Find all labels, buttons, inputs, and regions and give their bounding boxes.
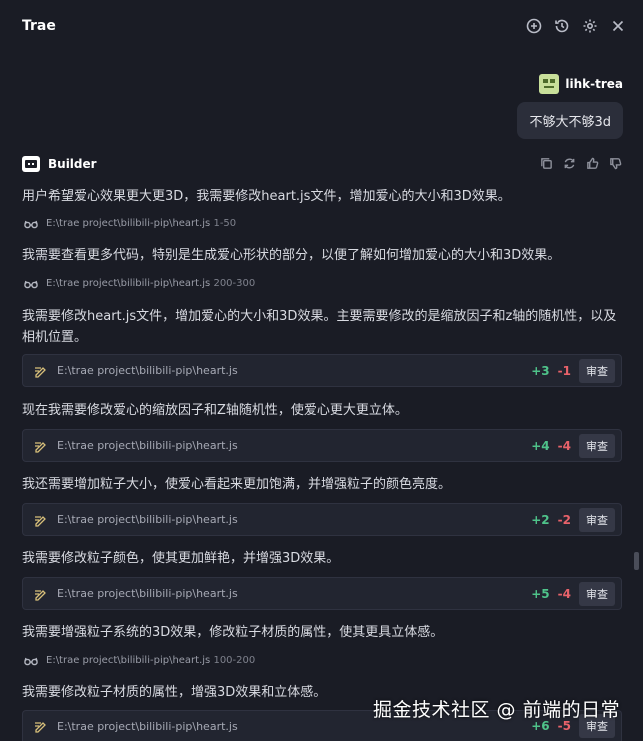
- assistant-message: 我需要修改粒子颜色，使其更加鲜艳，并增强3D效果。: [22, 551, 340, 566]
- edit-icon: [35, 441, 46, 453]
- scrollbar-thumb[interactable]: [634, 552, 639, 570]
- user-message: 不够大不够3d: [517, 102, 623, 139]
- lines-added: +2: [531, 512, 550, 527]
- file-reference[interactable]: E:\trae project\bilibili-pip\heart.js 20…: [24, 278, 255, 289]
- assistant-message: 现在我需要修改爱心的缩放因子和Z轴随机性，使爱心更大更立体。: [22, 403, 408, 418]
- edit-icon: [35, 515, 46, 527]
- review-button[interactable]: 审查: [579, 358, 615, 383]
- file-path: E:\trae project\bilibili-pip\heart.js: [57, 587, 238, 600]
- thumbs-down-icon[interactable]: [609, 155, 622, 174]
- file-path: E:\trae project\bilibili-pip\heart.js: [46, 278, 211, 289]
- panel-header: Trae: [0, 0, 643, 52]
- assistant-message: 我需要增强粒子系统的3D效果，修改粒子材质的属性，使其更具立体感。: [22, 625, 444, 640]
- lines-removed: -4: [557, 586, 571, 601]
- assistant-message: 我需要查看更多代码，特别是生成爱心形状的部分，以便了解如何增加爱心的大小和3D效…: [22, 248, 561, 263]
- line-range: 200-300: [213, 278, 256, 289]
- review-button[interactable]: 审查: [579, 507, 615, 532]
- lines-added: +5: [531, 586, 550, 601]
- header-actions: [525, 17, 627, 35]
- line-range: 1-50: [213, 218, 237, 229]
- close-icon[interactable]: [609, 17, 627, 35]
- edit-icon: [35, 366, 46, 378]
- thumbs-up-icon[interactable]: [586, 155, 599, 174]
- file-path: E:\trae project\bilibili-pip\heart.js: [57, 364, 238, 377]
- builder-icon: [22, 156, 40, 172]
- assistant-message: 我需要修改heart.js文件，增加爱心的大小和3D效果。主要需要修改的是缩放因…: [22, 309, 617, 345]
- edit-icon: [35, 722, 46, 733]
- watermark: 掘金技术社区 @ 前端的日常: [373, 699, 621, 721]
- regenerate-icon[interactable]: [563, 155, 576, 174]
- review-button[interactable]: 审查: [579, 581, 615, 606]
- user-avatar: [539, 74, 560, 94]
- file-path: E:\trae project\bilibili-pip\heart.js: [57, 719, 238, 733]
- assistant-message: 我还需要增加粒子大小，使爱心看起来更加饱满，并增强粒子的颜色亮度。: [22, 477, 452, 492]
- edit-card[interactable]: E:\trae project\bilibili-pip\heart.js +3…: [22, 354, 622, 387]
- file-path: E:\trae project\bilibili-pip\heart.js: [57, 513, 238, 526]
- line-range: 100-200: [213, 655, 256, 666]
- file-path: E:\trae project\bilibili-pip\heart.js: [46, 655, 211, 666]
- edit-card[interactable]: E:\trae project\bilibili-pip\heart.js +4…: [22, 429, 622, 462]
- file-path: E:\trae project\bilibili-pip\heart.js: [57, 439, 238, 452]
- file-path: E:\trae project\bilibili-pip\heart.js: [46, 218, 211, 229]
- glasses-icon: [24, 657, 38, 665]
- user-name: lihk-trea: [565, 77, 623, 91]
- user-header: lihk-trea: [539, 74, 623, 94]
- app-title: Trae: [22, 18, 56, 34]
- lines-removed: -2: [557, 512, 571, 527]
- gear-icon[interactable]: [581, 17, 599, 35]
- history-icon[interactable]: [553, 17, 571, 35]
- edit-icon: [35, 589, 46, 601]
- file-reference[interactable]: E:\trae project\bilibili-pip\heart.js 10…: [24, 655, 255, 666]
- lines-added: +4: [531, 438, 550, 453]
- glasses-icon: [24, 220, 38, 228]
- edit-card[interactable]: E:\trae project\bilibili-pip\heart.js +2…: [22, 503, 622, 536]
- assistant-header: Builder: [22, 153, 622, 175]
- lines-removed: -1: [557, 363, 571, 378]
- copy-icon[interactable]: [540, 155, 553, 174]
- lines-added: +3: [531, 363, 550, 378]
- assistant-message: 用户希望爱心效果更大更3D，我需要修改heart.js文件，增加爱心的大小和3D…: [22, 189, 511, 204]
- glasses-icon: [24, 280, 38, 288]
- add-chat-icon[interactable]: [525, 17, 543, 35]
- assistant-name: Builder: [48, 157, 97, 171]
- edit-card[interactable]: E:\trae project\bilibili-pip\heart.js +5…: [22, 577, 622, 610]
- review-button[interactable]: 审查: [579, 433, 615, 458]
- file-reference[interactable]: E:\trae project\bilibili-pip\heart.js 1-…: [24, 218, 236, 229]
- message-actions: [540, 155, 622, 174]
- lines-removed: -4: [557, 438, 571, 453]
